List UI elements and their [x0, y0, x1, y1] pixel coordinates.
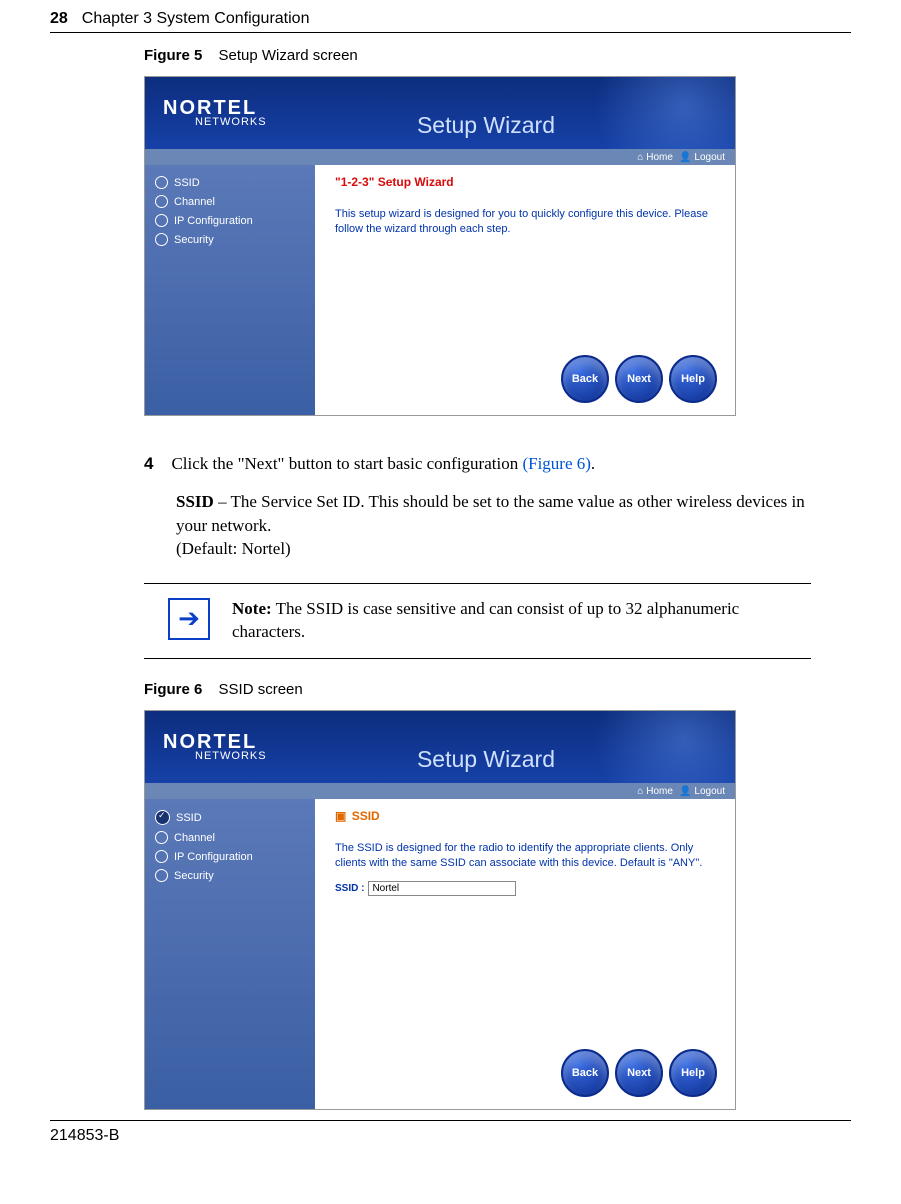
content-heading: "1-2-3" Setup Wizard: [335, 175, 715, 189]
home-link[interactable]: ⌂ Home: [637, 786, 673, 797]
radio-empty-icon: [155, 214, 168, 227]
networks-subtext: NETWORKS: [195, 116, 267, 128]
sidebar-item-ip-config[interactable]: IP Configuration: [155, 211, 305, 230]
wizard-sidebar: SSID Channel IP Configuration Security: [145, 165, 315, 415]
bullet-icon: ▣: [335, 809, 346, 823]
logout-label: Logout: [694, 152, 725, 163]
wizard-content: "1-2-3" Setup Wizard This setup wizard i…: [315, 165, 735, 415]
logout-link[interactable]: 👤 Logout: [679, 152, 725, 163]
radio-empty-icon: [155, 195, 168, 208]
home-icon: ⌂: [637, 152, 643, 163]
help-button[interactable]: Help: [669, 355, 717, 403]
figure-6-caption: Figure 6 SSID screen: [144, 681, 851, 698]
networks-subtext: NETWORKS: [195, 750, 267, 762]
sidebar-item-channel[interactable]: Channel: [155, 828, 305, 847]
sidebar-item-ssid[interactable]: SSID: [155, 173, 305, 192]
radio-empty-icon: [155, 869, 168, 882]
ssid-input-label: SSID :: [335, 883, 364, 894]
sidebar-label: Channel: [174, 832, 215, 844]
ssid-rest: – The Service Set ID. This should be set…: [176, 492, 805, 535]
content-text: The SSID is designed for the radio to id…: [335, 841, 715, 871]
step-text-b: .: [591, 454, 595, 473]
step-4-block: 4 Click the "Next" button to start basic…: [144, 452, 811, 476]
figure-5-label: Figure 5: [144, 47, 202, 64]
radio-empty-icon: [155, 176, 168, 189]
help-button[interactable]: Help: [669, 1049, 717, 1097]
ssid-default: (Default: Nortel): [176, 537, 811, 561]
home-label: Home: [646, 786, 673, 797]
figure-6-link[interactable]: (Figure 6): [522, 454, 590, 473]
wizard-title: Setup Wizard: [417, 746, 555, 773]
sidebar-item-ssid[interactable]: SSID: [155, 807, 305, 828]
logout-link[interactable]: 👤 Logout: [679, 786, 725, 797]
radio-empty-icon: [155, 850, 168, 863]
page-header: 28 Chapter 3 System Configuration: [50, 10, 851, 33]
nortel-logo: NORTEL: [163, 98, 267, 118]
note-block: ➔ Note: The SSID is case sensitive and c…: [144, 583, 811, 659]
top-bar: ⌂ Home 👤 Logout: [145, 149, 735, 165]
note-bold: Note:: [232, 599, 272, 618]
chapter-title: Chapter 3 System Configuration: [82, 10, 310, 28]
sidebar-label: IP Configuration: [174, 851, 253, 863]
sidebar-item-security[interactable]: Security: [155, 230, 305, 249]
header-decoration: [565, 77, 735, 149]
content-text: This setup wizard is designed for you to…: [335, 207, 715, 237]
home-icon: ⌂: [637, 786, 643, 797]
page-footer: 214853-B: [50, 1120, 851, 1145]
radio-empty-icon: [155, 233, 168, 246]
sidebar-label: SSID: [176, 812, 202, 824]
sidebar-item-security[interactable]: Security: [155, 866, 305, 885]
step-text-a: Click the "Next" button to start basic c…: [171, 454, 522, 473]
wizard-nav-buttons: Back Next Help: [561, 355, 717, 403]
logout-icon: 👤: [679, 152, 691, 163]
nortel-logo: NORTEL: [163, 732, 267, 752]
doc-id: 214853-B: [50, 1127, 119, 1144]
content-heading: ▣ SSID: [335, 809, 715, 823]
logout-icon: 👤: [679, 786, 691, 797]
figure-5-screenshot: NORTEL NETWORKS Setup Wizard ⌂ Home 👤 Lo…: [144, 76, 736, 416]
wizard-header: NORTEL NETWORKS Setup Wizard: [145, 711, 735, 783]
sidebar-item-channel[interactable]: Channel: [155, 192, 305, 211]
wizard-header: NORTEL NETWORKS Setup Wizard: [145, 77, 735, 149]
home-label: Home: [646, 152, 673, 163]
back-button[interactable]: Back: [561, 1049, 609, 1097]
arrow-icon: ➔: [168, 598, 210, 640]
back-button[interactable]: Back: [561, 355, 609, 403]
wizard-content: ▣ SSID The SSID is designed for the radi…: [315, 799, 735, 1109]
ssid-input-row: SSID :: [335, 881, 715, 896]
wizard-title: Setup Wizard: [417, 112, 555, 139]
step-4-text: Click the "Next" button to start basic c…: [171, 452, 811, 476]
ssid-paragraph: SSID – The Service Set ID. This should b…: [144, 490, 811, 561]
radio-checked-icon: [155, 810, 170, 825]
sidebar-label: IP Configuration: [174, 215, 253, 227]
top-bar: ⌂ Home 👤 Logout: [145, 783, 735, 799]
header-decoration: [565, 711, 735, 783]
sidebar-item-ip-config[interactable]: IP Configuration: [155, 847, 305, 866]
sidebar-label: Security: [174, 870, 214, 882]
sidebar-label: Channel: [174, 196, 215, 208]
figure-6-screenshot: NORTEL NETWORKS Setup Wizard ⌂ Home 👤 Lo…: [144, 710, 736, 1110]
page-number: 28: [50, 10, 68, 28]
ssid-input[interactable]: [368, 881, 516, 896]
note-rest: The SSID is case sensitive and can consi…: [232, 599, 739, 641]
note-text: Note: The SSID is case sensitive and can…: [232, 598, 811, 644]
wizard-nav-buttons: Back Next Help: [561, 1049, 717, 1097]
next-button[interactable]: Next: [615, 1049, 663, 1097]
sidebar-label: Security: [174, 234, 214, 246]
figure-6-label: Figure 6: [144, 681, 202, 698]
wizard-sidebar: SSID Channel IP Configuration Security: [145, 799, 315, 1109]
step-number: 4: [144, 452, 153, 476]
ssid-bold: SSID: [176, 492, 214, 511]
right-arrow-icon: ➔: [178, 606, 200, 632]
logout-label: Logout: [694, 786, 725, 797]
ssid-heading-text: SSID: [352, 809, 380, 823]
home-link[interactable]: ⌂ Home: [637, 152, 673, 163]
figure-5-caption: Figure 5 Setup Wizard screen: [144, 47, 851, 64]
sidebar-label: SSID: [174, 177, 200, 189]
radio-empty-icon: [155, 831, 168, 844]
next-button[interactable]: Next: [615, 355, 663, 403]
figure-6-text: SSID screen: [219, 681, 303, 698]
figure-5-text: Setup Wizard screen: [219, 47, 358, 64]
